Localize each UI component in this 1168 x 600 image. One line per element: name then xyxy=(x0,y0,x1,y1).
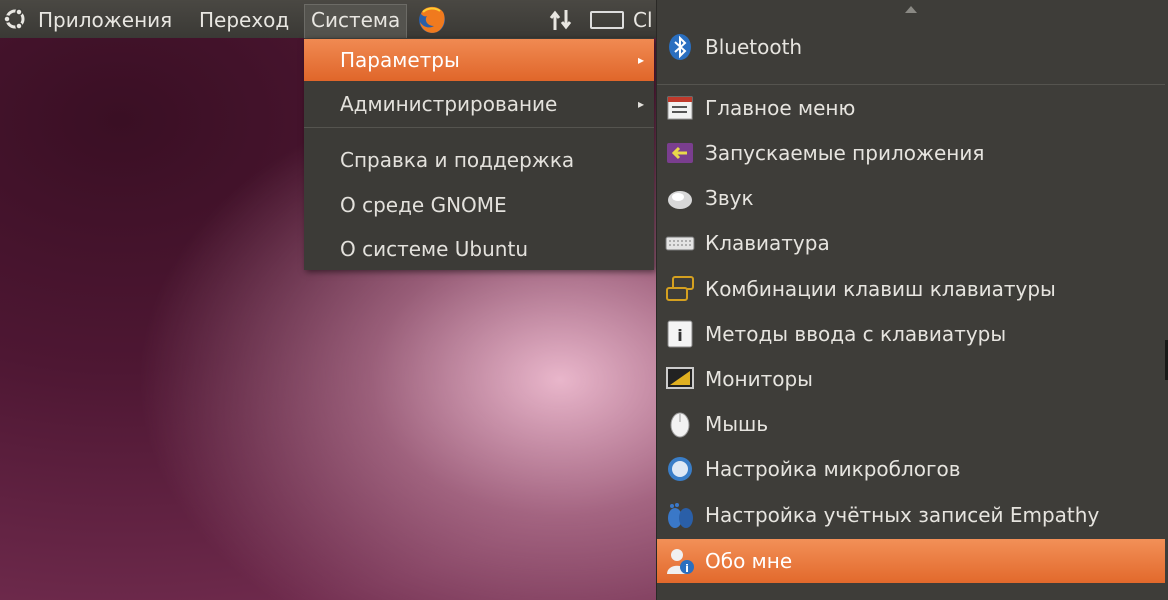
menu-item-preferences[interactable]: Параметры ▸ xyxy=(304,39,654,81)
menu-item-label: Комбинации клавиш клавиатуры xyxy=(705,277,1056,301)
applications-menu[interactable]: Приложения xyxy=(38,7,172,33)
svg-text:i: i xyxy=(685,562,689,575)
menu-item-label: Клавиатура xyxy=(705,231,830,255)
empathy-accounts-icon xyxy=(668,503,693,528)
menu-item-label: Обо мне xyxy=(705,549,793,573)
menu-item-label: Мышь xyxy=(705,412,769,436)
menu-item-about-gnome[interactable]: О среде GNOME xyxy=(304,184,654,226)
places-menu[interactable]: Переход xyxy=(199,7,289,33)
ubuntu-logo-icon[interactable] xyxy=(2,6,28,32)
about-me-icon: i xyxy=(667,549,694,575)
menu-item-label: Настройка учётных записей Empathy xyxy=(705,503,1100,527)
network-icon[interactable] xyxy=(548,8,574,32)
menu-item-label: Справка и поддержка xyxy=(340,148,575,172)
menu-item-label: Главное меню xyxy=(705,96,856,120)
system-menu[interactable]: Система xyxy=(304,4,408,38)
menu-item-label: Мониторы xyxy=(705,367,813,391)
submenu-arrow-icon: ▸ xyxy=(637,53,644,67)
menu-item-label: Запускаемые приложения xyxy=(705,141,985,165)
menu-item-keyboard[interactable]: Клавиатура xyxy=(657,221,1165,265)
microblog-icon xyxy=(668,457,692,481)
startup-apps-icon xyxy=(667,143,693,163)
sound-icon xyxy=(668,191,692,209)
main-menu-icon xyxy=(667,96,693,120)
svg-text:i: i xyxy=(677,326,682,345)
menu-item-sound[interactable]: Звук xyxy=(657,176,1165,220)
mouse-icon xyxy=(670,412,690,438)
keyboard-icon xyxy=(665,236,695,251)
menu-item-input-methods[interactable]: i Методы ввода с клавиатуры xyxy=(657,312,1165,356)
menu-item-label: Администрирование xyxy=(340,92,558,116)
menu-item-administration[interactable]: Администрирование ▸ xyxy=(304,83,654,125)
menu-item-label: Звук xyxy=(705,186,754,210)
menu-item-label: Настройка микроблогов xyxy=(705,457,961,481)
menu-item-main-menu[interactable]: Главное меню xyxy=(657,86,1165,130)
menu-item-about-me[interactable]: i Обо мне xyxy=(657,539,1165,583)
preferences-submenu: Bluetooth Главное меню Запускаемые прило… xyxy=(656,0,1168,600)
menu-separator xyxy=(304,127,654,128)
monitors-icon xyxy=(666,367,694,389)
menu-item-bluetooth[interactable]: Bluetooth xyxy=(657,25,1165,69)
menu-item-startup-apps[interactable]: Запускаемые приложения xyxy=(657,131,1165,175)
menu-separator xyxy=(657,84,1165,85)
menu-item-microblog[interactable]: Настройка микроблогов xyxy=(657,447,1165,491)
input-methods-icon: i xyxy=(667,320,693,348)
menu-item-monitors[interactable]: Мониторы xyxy=(657,357,1165,401)
bluetooth-icon xyxy=(669,34,691,60)
scroll-up-arrow-icon[interactable] xyxy=(905,6,917,13)
menu-item-mouse[interactable]: Мышь xyxy=(657,402,1165,446)
menu-item-help[interactable]: Справка и поддержка xyxy=(304,139,654,181)
menu-item-label: Параметры xyxy=(340,48,460,72)
clock-partial[interactable]: Cl xyxy=(633,7,653,33)
menu-item-label: Bluetooth xyxy=(705,35,803,59)
menu-item-keyboard-shortcuts[interactable]: Комбинации клавиш клавиатуры xyxy=(657,267,1165,311)
menu-item-label: О среде GNOME xyxy=(340,193,507,217)
keyboard-shortcuts-icon xyxy=(666,276,694,301)
menu-item-empathy-accounts[interactable]: Настройка учётных записей Empathy xyxy=(657,493,1165,537)
submenu-arrow-icon: ▸ xyxy=(637,97,644,111)
menu-item-about-ubuntu[interactable]: О системе Ubuntu xyxy=(304,228,654,270)
menu-item-label: Методы ввода с клавиатуры xyxy=(705,322,1007,346)
firefox-icon[interactable] xyxy=(415,2,449,36)
keyboard-indicator-icon[interactable] xyxy=(590,11,624,29)
menu-item-label: О системе Ubuntu xyxy=(340,237,528,261)
system-dropdown-menu: Параметры ▸ Администрирование ▸ Справка … xyxy=(304,38,654,270)
